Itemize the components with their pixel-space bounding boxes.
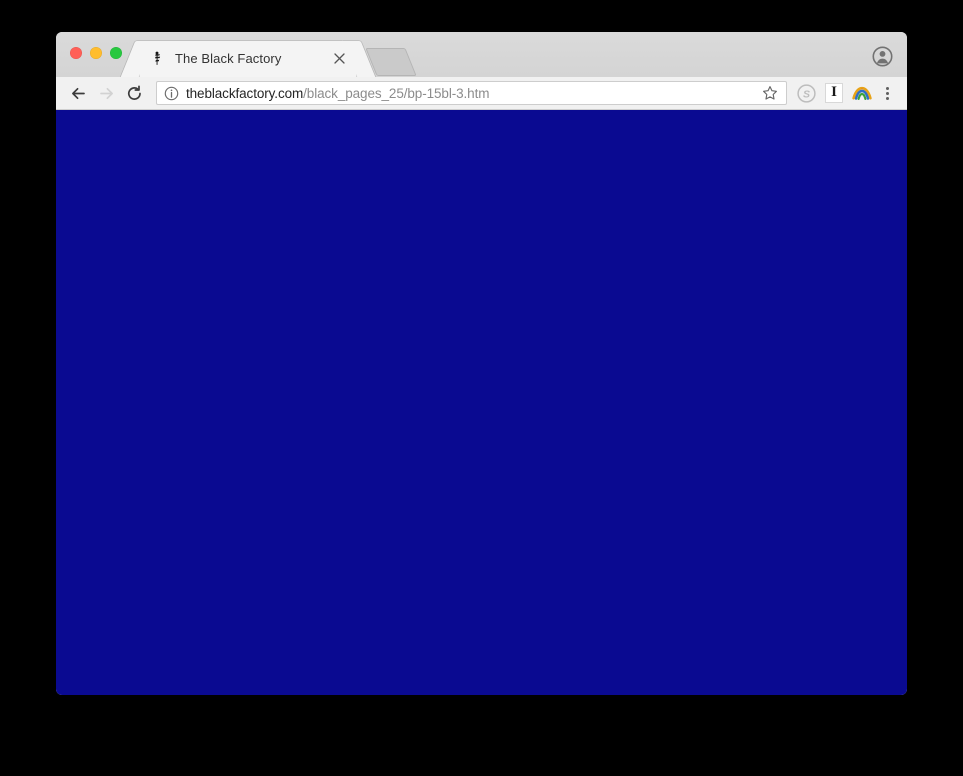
letter-i-icon[interactable]: I bbox=[821, 80, 847, 106]
skype-s-icon[interactable]: S bbox=[793, 80, 819, 106]
rainbow-arc-icon[interactable] bbox=[849, 80, 875, 106]
menu-dot bbox=[885, 91, 889, 95]
window-controls bbox=[70, 47, 122, 59]
three-dot-menu-icon[interactable] bbox=[875, 80, 899, 106]
minimize-window-button[interactable] bbox=[90, 47, 102, 59]
close-tab-button[interactable] bbox=[330, 50, 348, 68]
url-host: theblackfactory.com bbox=[186, 85, 304, 101]
black-figure-icon bbox=[150, 51, 166, 67]
extension-toolbar: S I bbox=[793, 80, 875, 106]
account-avatar-icon[interactable] bbox=[869, 43, 895, 69]
browser-window: The Black Factory theblackfactory.com/bl… bbox=[56, 32, 907, 695]
page-viewport bbox=[56, 110, 907, 695]
close-window-button[interactable] bbox=[70, 47, 82, 59]
star-outline-icon[interactable] bbox=[758, 82, 782, 104]
tab-top-edge bbox=[140, 40, 356, 41]
maximize-window-button[interactable] bbox=[110, 47, 122, 59]
url-text[interactable]: theblackfactory.com/black_pages_25/bp-15… bbox=[186, 86, 758, 101]
menu-dot bbox=[885, 86, 889, 90]
browser-tab-active[interactable]: The Black Factory bbox=[140, 40, 356, 77]
reload-icon[interactable] bbox=[120, 79, 148, 107]
info-circle-icon[interactable] bbox=[163, 85, 179, 101]
forward-arrow-icon[interactable] bbox=[92, 79, 120, 107]
tab-title: The Black Factory bbox=[175, 51, 282, 66]
letter-i-label: I bbox=[825, 83, 843, 103]
back-arrow-icon[interactable] bbox=[64, 79, 92, 107]
menu-dot bbox=[885, 96, 889, 100]
tab-strip: The Black Factory bbox=[56, 32, 907, 77]
address-bar[interactable]: theblackfactory.com/black_pages_25/bp-15… bbox=[156, 81, 787, 105]
browser-toolbar: theblackfactory.com/black_pages_25/bp-15… bbox=[56, 77, 907, 110]
svg-text:S: S bbox=[802, 88, 809, 100]
url-path: /black_pages_25/bp-15bl-3.htm bbox=[303, 85, 490, 101]
